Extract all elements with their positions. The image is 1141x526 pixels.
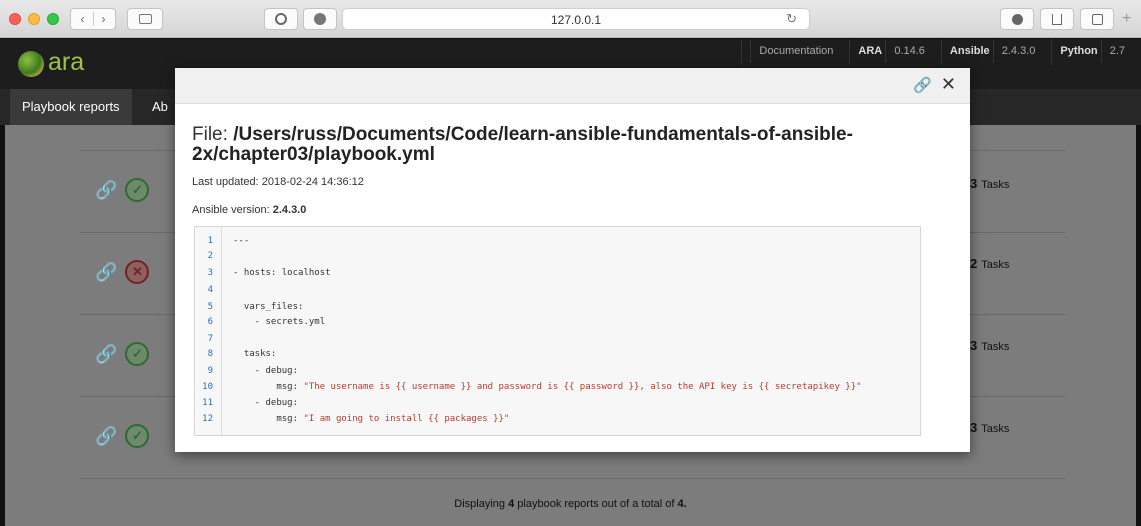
code-line: 8 tasks:	[207, 349, 277, 359]
close-icon[interactable]: ✕	[941, 74, 956, 95]
browser-toolbar: ‹ › 127.0.0.1 ↻ +	[0, 0, 1141, 38]
python-version-link[interactable]: Python 2.7	[1051, 39, 1141, 65]
forward-icon[interactable]: ›	[94, 12, 106, 26]
permalink-icon[interactable]: 🔗	[95, 426, 117, 447]
g-icon	[314, 13, 326, 25]
sidebar-button[interactable]	[127, 8, 163, 30]
status-failed-icon: ✕	[125, 260, 150, 284]
close-window-button[interactable]	[9, 13, 21, 25]
extension-button[interactable]	[303, 8, 337, 30]
code-line: 10 msg: "The username is {{ username }} …	[202, 382, 862, 392]
ara-version-link[interactable]: ARA 0.14.6	[849, 39, 941, 65]
url-text[interactable]: 127.0.0.1	[343, 13, 809, 27]
status-ok-icon: ✓	[125, 424, 150, 448]
tasks-count[interactable]: 3 Tasks	[970, 420, 1009, 435]
report-row-1: 🔗 ✓	[95, 178, 150, 202]
modal-title: File: /Users/russ/Documents/Code/learn-a…	[192, 124, 853, 165]
documentation-link[interactable]: Documentation	[741, 39, 849, 65]
tabs-overview-button[interactable]	[1080, 8, 1114, 30]
nav-about[interactable]: Ab	[140, 89, 180, 125]
share-icon	[1052, 13, 1062, 25]
status-ok-icon: ✓	[125, 178, 150, 202]
tasks-count[interactable]: 3 Tasks	[970, 338, 1009, 353]
app-logo-text[interactable]: ara	[48, 48, 84, 77]
downloads-button[interactable]	[1000, 8, 1034, 30]
permalink-icon[interactable]: 🔗	[913, 76, 932, 94]
sidebar-icon	[138, 14, 152, 24]
last-updated: Last updated: 2018-02-24 14:36:12	[192, 176, 364, 188]
status-ok-icon: ✓	[125, 342, 150, 366]
code-line: 5 vars_files:	[207, 302, 304, 312]
report-row-4: 🔗 ✓	[95, 424, 150, 448]
code-line: 3- hosts: localhost	[207, 268, 331, 278]
file-path: /Users/russ/Documents/Code/learn-ansible…	[192, 124, 853, 165]
code-line: 9 - debug:	[207, 366, 299, 376]
report-row-3: 🔗 ✓	[95, 342, 150, 366]
permalink-icon[interactable]: 🔗	[95, 180, 117, 201]
code-line: 2	[207, 251, 213, 261]
reload-icon[interactable]: ↻	[786, 11, 797, 27]
code-line: 6 - secrets.yml	[207, 317, 326, 327]
ara-logo-icon[interactable]	[18, 51, 44, 77]
code-viewer[interactable]: 1 --- 2 3- hosts: localhost 4 5 vars_file…	[194, 226, 921, 436]
back-icon[interactable]: ‹	[81, 12, 94, 26]
code-line: 4	[207, 285, 213, 295]
ansible-version-link[interactable]: Ansible 2.4.3.0	[940, 39, 1051, 65]
privacy-button[interactable]	[264, 8, 298, 30]
modal-header: 🔗 ✕	[175, 68, 970, 104]
code-line: 1 ---	[207, 236, 250, 246]
back-forward-buttons[interactable]: ‹ ›	[70, 8, 116, 30]
shield-icon	[275, 13, 287, 25]
code-line: 12 msg: "I am going to install {{ packag…	[202, 414, 510, 424]
minimize-window-button[interactable]	[28, 13, 40, 25]
code-line: 11 - debug:	[202, 398, 299, 408]
footer-divider	[80, 478, 1065, 479]
tasks-count[interactable]: 3 Tasks	[970, 176, 1009, 191]
tabs-icon	[1091, 13, 1103, 25]
permalink-icon[interactable]: 🔗	[95, 344, 117, 365]
zoom-window-button[interactable]	[47, 13, 59, 25]
address-bar[interactable]: 127.0.0.1 ↻	[342, 8, 810, 30]
download-icon	[1011, 13, 1023, 25]
new-tab-icon[interactable]: +	[1122, 10, 1131, 28]
file-modal: 🔗 ✕ File: /Users/russ/Documents/Code/lea…	[175, 68, 970, 452]
tasks-count[interactable]: 2 Tasks	[970, 256, 1009, 271]
code-line: 7	[207, 334, 213, 344]
ansible-version: Ansible version: 2.4.3.0	[192, 204, 307, 216]
report-row-2: 🔗 ✕	[95, 260, 150, 284]
pagination-summary: Displaying 4 playbook reports out of a t…	[454, 498, 687, 510]
permalink-icon[interactable]: 🔗	[95, 262, 117, 283]
header-links: Documentation ARA 0.14.6 Ansible 2.4.3.0…	[741, 39, 1141, 65]
share-button[interactable]	[1040, 8, 1074, 30]
nav-playbook-reports[interactable]: Playbook reports	[10, 89, 132, 125]
